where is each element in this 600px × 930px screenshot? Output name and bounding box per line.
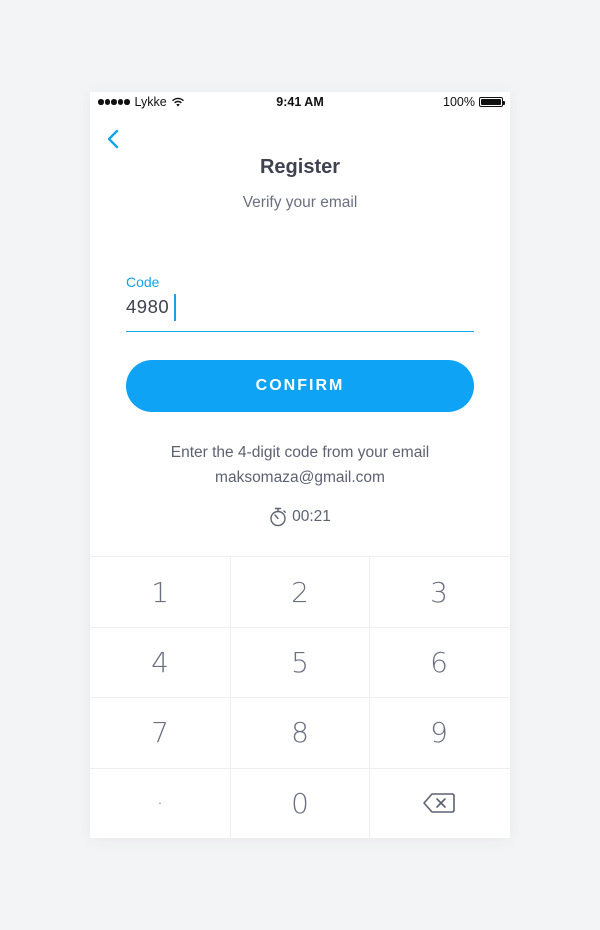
back-chevron-icon[interactable]: [104, 128, 124, 150]
key-7[interactable]: 7: [90, 697, 230, 767]
key-3[interactable]: 3: [369, 557, 509, 627]
key-8[interactable]: 8: [230, 697, 370, 767]
page-subtitle: Verify your email: [242, 194, 358, 211]
code-value: 4980: [126, 296, 170, 317]
stopwatch-icon: [270, 507, 287, 527]
status-right: 100%: [443, 95, 505, 109]
code-label: Code: [126, 274, 160, 290]
resend-timer: 00:21: [90, 507, 510, 527]
backspace-key[interactable]: [369, 768, 509, 838]
key-0[interactable]: 0: [230, 768, 370, 838]
key-1[interactable]: 1: [90, 557, 230, 627]
timer-value: 00:21: [292, 508, 331, 525]
confirm-button[interactable]: CONFIRM: [126, 360, 474, 412]
status-bar: Lykke 9:41 AM 100%: [90, 92, 510, 112]
phone-screen: Lykke 9:41 AM 100% Register Verify your …: [90, 92, 510, 839]
text-caret: [174, 294, 176, 321]
key-9[interactable]: 9: [369, 697, 509, 767]
key-decimal[interactable]: .: [90, 768, 230, 838]
key-2[interactable]: 2: [230, 557, 370, 627]
code-input[interactable]: 4980: [126, 292, 474, 332]
key-4[interactable]: 4: [90, 627, 230, 697]
page-title: Register: [259, 156, 341, 178]
key-6[interactable]: 6: [369, 627, 509, 697]
code-hint: Enter the 4-digit code from your email: [170, 444, 430, 461]
numeric-keypad: 1 2 3 4 5 6 7 8 9 . 0: [90, 556, 510, 839]
battery-percent: 100%: [443, 95, 475, 109]
battery-icon: [479, 97, 505, 107]
email-address: maksomaza@gmail.com: [215, 469, 385, 486]
key-5[interactable]: 5: [230, 627, 370, 697]
backspace-icon: [423, 793, 455, 813]
